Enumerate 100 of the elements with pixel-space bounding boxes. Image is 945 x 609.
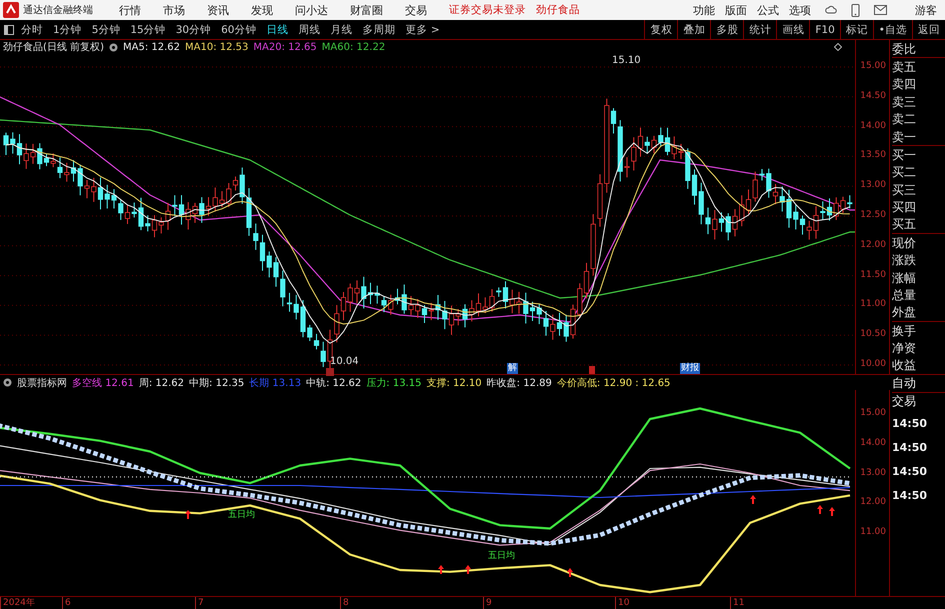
menu-item[interactable]: 资讯	[207, 2, 229, 18]
price-axis-label: 10.00	[860, 359, 886, 369]
quote-label: 卖三	[892, 94, 917, 110]
settings-icon[interactable]	[3, 378, 12, 387]
menu-action[interactable]: 选项	[789, 2, 811, 18]
quote-label: 涨跌	[892, 252, 917, 269]
period-tab[interactable]: 15分钟	[125, 22, 171, 36]
price-axis-label: 13.50	[860, 150, 886, 160]
quote-label: 卖五	[892, 59, 917, 76]
date-axis-label: 10	[615, 597, 630, 609]
indicator-value: 今价高低: 12.90 : 12.65	[556, 376, 670, 390]
settings-icon[interactable]	[108, 42, 118, 52]
quote-label: 买五	[892, 216, 945, 234]
event-marker-icon[interactable]	[326, 368, 334, 376]
period-tab[interactable]: 1分钟	[48, 22, 87, 36]
period-tab[interactable]: 周线	[294, 22, 326, 36]
period-tab[interactable]: 更多 >	[400, 22, 445, 36]
moving-average-value: MA60: 12.22	[322, 42, 386, 52]
indicator-value: 压力: 13.15	[366, 376, 422, 390]
toolbar-button[interactable]: 统计	[743, 20, 776, 40]
date-axis-label: 2024年	[0, 597, 35, 609]
quote-label: 卖四	[892, 76, 917, 94]
indicator-value: 支撑: 12.10	[426, 376, 482, 390]
menu-action[interactable]: 功能	[693, 2, 715, 18]
period-tab[interactable]: 多周期	[358, 22, 400, 36]
event-marker[interactable]: 解	[507, 363, 518, 374]
price-axis-label: 14.50	[860, 90, 886, 101]
period-tab[interactable]: 日线	[262, 22, 294, 36]
quote-label: 换手	[892, 322, 917, 340]
price-axis-label: 10.50	[860, 329, 886, 340]
price-axis-label: 12.00	[860, 240, 886, 250]
value-axis-label: 12.00	[860, 497, 886, 508]
quote-label: 买一	[892, 146, 917, 164]
menu-action[interactable]: 版面	[725, 2, 747, 18]
period-tab[interactable]: 30分钟	[170, 22, 216, 36]
date-axis-label: 11	[730, 597, 744, 609]
value-axis-label: 13.00	[860, 468, 886, 478]
date-axis-label: 8	[340, 597, 349, 609]
up-arrow-icon	[750, 495, 756, 504]
indicator-value: 多空线 12.61	[72, 376, 134, 390]
moving-average-value: MA20: 12.65	[253, 42, 317, 52]
login-status: 证券交易未登录	[449, 3, 526, 17]
date-axis-label: 9	[483, 597, 492, 609]
signal-label: 五日均	[228, 508, 255, 521]
toolbar-button[interactable]: 返回	[912, 20, 945, 40]
indicator-value: 中期: 12.35	[189, 376, 244, 390]
toolbar-button[interactable]: 多股	[710, 20, 744, 40]
quote-label: 净资	[892, 340, 917, 357]
menu-item[interactable]: 发现	[251, 2, 273, 18]
up-arrow-icon	[185, 510, 191, 519]
toolbar-button[interactable]: 画线	[776, 20, 810, 40]
mail-icon[interactable]	[874, 5, 887, 15]
quote-label: 收益	[892, 357, 917, 374]
quote-label: 卖一	[892, 128, 945, 146]
event-marker[interactable]: 财报	[680, 363, 700, 374]
panel-label[interactable]: 交易	[892, 393, 945, 411]
quote-label: 委比	[892, 40, 945, 58]
trade-time: 14:50	[892, 489, 928, 504]
quote-label: 外盘	[892, 304, 945, 322]
period-tab[interactable]: 分时	[16, 22, 48, 36]
up-arrow-icon	[465, 565, 471, 574]
panel-toggle-icon[interactable]	[4, 24, 14, 34]
trade-time: 14:50	[892, 417, 928, 432]
period-tab[interactable]: 5分钟	[86, 22, 126, 36]
period-tab[interactable]: 60分钟	[216, 22, 262, 36]
toolbar-button[interactable]: 复权	[644, 20, 678, 40]
diamond-icon[interactable]	[834, 43, 842, 51]
quote-label: 现价	[892, 234, 917, 252]
moving-average-value: MA10: 12.53	[185, 42, 248, 52]
user-label[interactable]: 游客	[915, 2, 937, 18]
menu-item[interactable]: 市场	[163, 2, 185, 18]
value-axis-label: 11.00	[860, 527, 886, 538]
date-axis-label: 7	[195, 597, 204, 609]
toolbar-button[interactable]: 标记	[840, 20, 873, 40]
date-axis-label: 6	[62, 597, 71, 609]
indicator-value: 周: 12.62	[138, 376, 184, 390]
menu-action[interactable]: 公式	[757, 2, 779, 18]
price-axis-label: 12.50	[860, 210, 886, 220]
price-axis-label: 13.00	[860, 180, 886, 190]
up-arrow-icon	[438, 565, 444, 574]
menu-item[interactable]: 交易	[405, 2, 427, 18]
value-axis-label: 14.00	[860, 438, 886, 448]
menu-item[interactable]: 行情	[119, 2, 141, 18]
panel-label[interactable]: 自动	[892, 375, 945, 393]
toolbar-button[interactable]: •自选	[872, 20, 912, 40]
period-tab[interactable]: 月线	[326, 22, 358, 36]
menu-item[interactable]: 财富圈	[350, 2, 383, 18]
indicator-value: 中轨: 12.62	[306, 376, 362, 390]
price-axis-label: 15.00	[860, 61, 886, 71]
menu-item[interactable]: 问小达	[295, 2, 328, 18]
event-marker-icon[interactable]	[589, 366, 595, 374]
cloud-icon[interactable]	[825, 4, 837, 16]
quote-label: 涨幅	[892, 270, 917, 286]
toolbar-button[interactable]: 叠加	[677, 20, 710, 40]
phone-icon[interactable]	[851, 4, 860, 16]
value-axis-label: 15.00	[860, 408, 886, 418]
toolbar-button[interactable]: F10	[809, 20, 840, 40]
price-axis-label: 11.00	[860, 299, 886, 310]
quote-label: 总量	[892, 286, 917, 304]
indicator-value: 昨收盘: 12.89	[486, 376, 552, 390]
